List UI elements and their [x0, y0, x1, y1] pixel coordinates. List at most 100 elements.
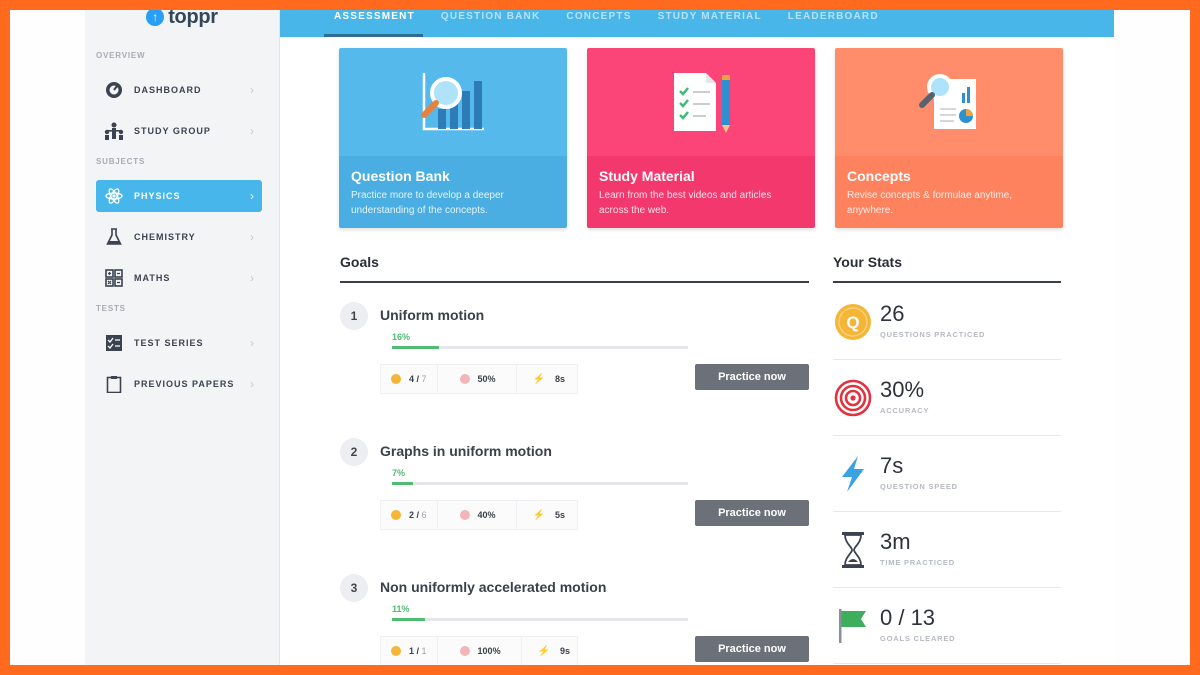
goal-accuracy: 50%	[477, 374, 496, 384]
lightning-icon: ⚡	[537, 645, 551, 657]
accuracy-dot-icon	[459, 646, 470, 656]
hourglass-icon	[833, 530, 873, 570]
questions-icon: Q	[833, 302, 873, 342]
stat-value: 3m	[880, 529, 911, 554]
goal-number: 2	[340, 438, 368, 466]
logo-arrow-icon: ↑	[146, 10, 165, 26]
card-text-area: Question Bank Practice more to develop a…	[339, 156, 567, 228]
goal-title[interactable]: Non uniformly accelerated motion	[380, 579, 606, 595]
card-concepts[interactable]: Concepts Revise concepts & formulae anyt…	[835, 48, 1063, 228]
section-label-overview: OVERVIEW	[96, 51, 146, 60]
stat-questions-practiced: Q 26 QUESTIONS PRACTICED	[833, 284, 1061, 360]
card-art	[339, 48, 567, 156]
goal-title[interactable]: Graphs in uniform motion	[380, 443, 552, 459]
flask-icon	[104, 227, 124, 247]
dashboard-icon	[104, 80, 124, 100]
stat-value: 30%	[880, 377, 925, 402]
sidebar-item-study-group[interactable]: STUDY GROUP ›	[96, 115, 262, 147]
goal-number: 3	[340, 574, 368, 602]
sidebar-item-physics[interactable]: PHYSICS ›	[96, 180, 262, 212]
tab-leaderboard[interactable]: LEADERBOARD	[788, 10, 879, 37]
study-group-icon	[104, 121, 124, 141]
card-title: Study Material	[599, 168, 695, 184]
card-question-bank[interactable]: Question Bank Practice more to develop a…	[339, 48, 567, 228]
card-description: Learn from the best videos and articles …	[599, 190, 772, 216]
tab-question-bank[interactable]: QUESTION BANK	[441, 10, 541, 37]
flag-icon	[833, 606, 873, 646]
practice-now-button[interactable]: Practice now	[695, 364, 809, 390]
card-text-area: Concepts Revise concepts & formulae anyt…	[835, 156, 1063, 228]
stat-value: 7s	[880, 453, 904, 478]
goal-stats: 2 / 6 40% ⚡ 5s	[380, 500, 578, 530]
sidebar-item-test-series[interactable]: TEST SERIES ›	[96, 327, 262, 359]
sidebar-item-label: PREVIOUS PAPERS	[134, 379, 235, 389]
maths-icon	[104, 268, 124, 288]
stat-value: 26	[880, 301, 905, 326]
card-description: Practice more to develop a deeper unders…	[351, 190, 504, 216]
card-description: Revise concepts & formulae anytime, anyw…	[847, 190, 1013, 216]
goal-correct: 2	[409, 510, 415, 520]
sidebar-item-maths[interactable]: MATHS ›	[96, 262, 262, 294]
goal-title[interactable]: Uniform motion	[380, 307, 484, 323]
goal-stats: 1 / 1 100% ⚡ 9s	[380, 636, 578, 665]
stat-question-speed: 7s QUESTION SPEED	[833, 436, 1061, 512]
goal-progress-bar	[392, 618, 688, 621]
target-icon	[833, 378, 873, 418]
goal-correct: 1	[409, 646, 415, 656]
checklist-pencil-icon	[674, 73, 730, 133]
accuracy-dot-icon	[459, 510, 470, 520]
goal-accuracy: 100%	[477, 646, 501, 656]
brand-logo[interactable]: ↑ toppr	[85, 10, 279, 28]
sidebar-item-label: STUDY GROUP	[134, 126, 211, 136]
goal-total: 7	[421, 374, 427, 384]
lightning-icon: ⚡	[532, 509, 546, 521]
chevron-right-icon: ›	[250, 271, 254, 285]
top-tab-bar: ASSESSMENT QUESTION BANK CONCEPTS STUDY …	[280, 10, 1114, 37]
sidebar-item-previous-papers[interactable]: PREVIOUS PAPERS ›	[96, 368, 262, 400]
sidebar-item-label: PHYSICS	[134, 191, 181, 201]
goal-total: 1	[421, 646, 427, 656]
goal-stats: 4 / 7 50% ⚡ 8s	[380, 364, 578, 394]
goal-progress-bar	[392, 346, 688, 349]
stat-caption: ACCURACY	[880, 406, 930, 415]
goals-heading: Goals	[340, 254, 379, 270]
section-label-subjects: SUBJECTS	[96, 157, 146, 166]
goal-speed: 5s	[555, 510, 566, 520]
card-title: Question Bank	[351, 168, 450, 184]
section-label-tests: TESTS	[96, 304, 126, 313]
sidebar-item-label: MATHS	[134, 273, 171, 283]
practice-now-button[interactable]: Practice now	[695, 500, 809, 526]
sidebar-item-chemistry[interactable]: CHEMISTRY ›	[96, 221, 262, 253]
coin-icon	[391, 646, 401, 656]
sidebar-item-dashboard[interactable]: DASHBOARD ›	[96, 74, 262, 106]
goal-progress-bar	[392, 482, 688, 485]
tab-study-material[interactable]: STUDY MATERIAL	[658, 10, 762, 37]
tab-concepts[interactable]: CONCEPTS	[566, 10, 631, 37]
goal-progress-fill	[392, 346, 440, 349]
stats-divider	[833, 281, 1061, 283]
card-title: Concepts	[847, 168, 911, 184]
card-study-material[interactable]: Study Material Learn from the best video…	[587, 48, 815, 228]
goal-percent: 7%	[392, 468, 406, 478]
lightning-icon	[833, 454, 873, 494]
goal-accuracy: 40%	[477, 510, 496, 520]
sidebar-item-label: DASHBOARD	[134, 85, 202, 95]
atom-icon	[104, 186, 124, 206]
screenshot-frame: ↑ toppr OVERVIEW DASHBOARD › STUDY GROUP…	[10, 10, 1190, 665]
coin-icon	[391, 374, 401, 384]
stat-caption: QUESTION SPEED	[880, 482, 958, 491]
practice-now-button[interactable]: Practice now	[695, 636, 809, 662]
goal-progress-fill	[392, 482, 413, 485]
card-text-area: Study Material Learn from the best video…	[587, 156, 815, 228]
card-art	[587, 48, 815, 156]
goal-percent: 16%	[392, 332, 411, 342]
chevron-right-icon: ›	[250, 230, 254, 244]
stats-heading: Your Stats	[833, 254, 902, 270]
document-magnifier-icon	[919, 74, 976, 129]
tab-assessment[interactable]: ASSESSMENT	[324, 10, 423, 37]
stat-caption: TIME PRACTICED	[880, 558, 955, 567]
sidebar: ↑ toppr OVERVIEW DASHBOARD › STUDY GROUP…	[85, 10, 280, 665]
sidebar-item-label: TEST SERIES	[134, 338, 204, 348]
stat-goals-cleared: 0 / 13 GOALS CLEARED	[833, 588, 1061, 664]
stat-time-practiced: 3m TIME PRACTICED	[833, 512, 1061, 588]
